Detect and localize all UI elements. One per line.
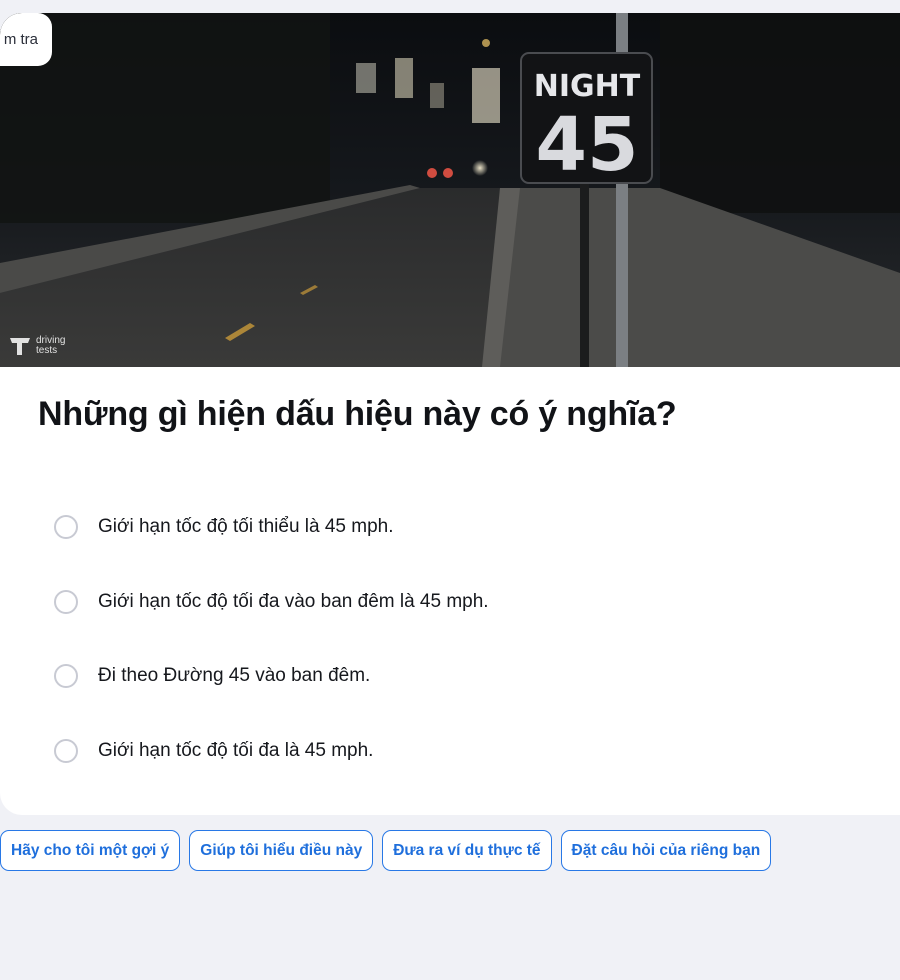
radio-button[interactable]: [54, 738, 78, 763]
help-chips: Hãy cho tôi một gợi ý Giúp tôi hiểu điều…: [0, 830, 772, 871]
hint-button[interactable]: Hãy cho tôi một gợi ý: [0, 830, 181, 871]
check-badge-label: m tra: [3, 31, 38, 48]
answer-option-2[interactable]: Giới hạn tốc độ tối đa vào ban đêm là 45…: [54, 565, 489, 640]
answer-option-1[interactable]: Giới hạn tốc độ tối thiểu là 45 mph.: [54, 490, 489, 565]
sign-number-text: 45: [536, 102, 639, 188]
check-badge[interactable]: m tra: [0, 13, 52, 66]
watermark-logo: driving tests: [8, 335, 76, 357]
explain-button[interactable]: Giúp tôi hiểu điều này: [189, 830, 374, 871]
answer-label: Đi theo Đường 45 vào ban đêm.: [98, 665, 371, 687]
watermark-line2: tests: [36, 345, 58, 356]
answer-option-4[interactable]: Giới hạn tốc độ tối đa là 45 mph.: [54, 714, 489, 789]
radio-button[interactable]: [54, 589, 78, 614]
answer-options: Giới hạn tốc độ tối thiểu là 45 mph. Giớ…: [54, 490, 489, 788]
question-image: NIGHT 45 driving tests: [0, 13, 900, 367]
answer-label: Giới hạn tốc độ tối đa là 45 mph.: [98, 739, 374, 761]
question-text: Những gì hiện dấu hiệu này có ý nghĩa?: [38, 395, 677, 433]
radio-button[interactable]: [54, 515, 78, 540]
real-example-button[interactable]: Đưa ra ví dụ thực tế: [382, 830, 552, 871]
sign-top-text: NIGHT: [534, 69, 641, 104]
answer-option-3[interactable]: Đi theo Đường 45 vào ban đêm.: [54, 639, 489, 714]
answer-label: Giới hạn tốc độ tối thiểu là 45 mph.: [98, 516, 394, 538]
night-road-scene: NIGHT 45: [0, 13, 900, 367]
answer-label: Giới hạn tốc độ tối đa vào ban đêm là 45…: [98, 590, 489, 612]
ask-own-question-button[interactable]: Đặt câu hỏi của riêng bạn: [560, 830, 772, 871]
radio-button[interactable]: [54, 664, 78, 689]
driving-tests-logo-icon: [10, 338, 30, 355]
